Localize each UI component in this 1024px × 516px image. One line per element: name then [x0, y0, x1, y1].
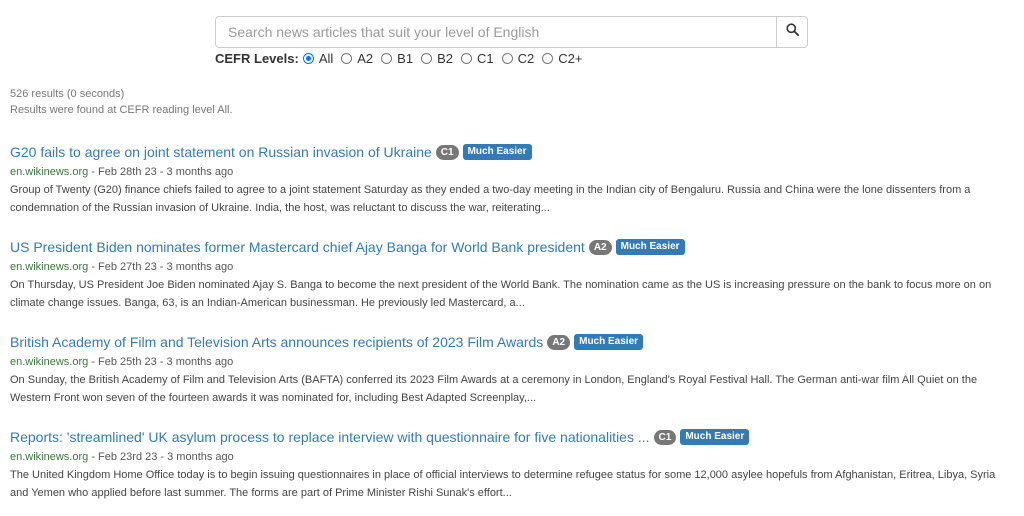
result-source-line: en.wikinews.org - Feb 25th 23 - 3 months… [10, 355, 1016, 369]
ease-badge: Much Easier [462, 144, 532, 160]
cefr-option-c2plus[interactable]: C2+ [542, 51, 582, 66]
result-date: - Feb 23rd 23 - 3 months ago [88, 451, 234, 463]
cefr-option-a2[interactable]: A2 [341, 51, 373, 66]
result-title-link[interactable]: British Academy of Film and Television A… [10, 334, 543, 350]
result-source: en.wikinews.org [10, 261, 89, 273]
result-snippet: On Thursday, US President Joe Biden nomi… [10, 279, 992, 309]
level-badge: C1 [653, 429, 677, 445]
result-source-line: en.wikinews.org - Feb 23rd 23 - 3 months… [10, 450, 1016, 464]
result-title-link[interactable]: US President Biden nominates former Mast… [10, 239, 585, 255]
results-level-note: Results were found at CEFR reading level… [10, 104, 233, 116]
result-source: en.wikinews.org [10, 451, 89, 463]
result-date: - Feb 25th 23 - 3 months ago [88, 356, 234, 368]
result-source-line: en.wikinews.org - Feb 27th 23 - 3 months… [10, 260, 1016, 274]
results-list: G20 fails to agree on joint statement on… [10, 142, 1016, 516]
cefr-option-label: C2+ [558, 50, 583, 66]
ease-badge: Much Easier [615, 239, 685, 255]
cefr-option-label: A2 [357, 50, 374, 66]
cefr-level-filter: CEFR Levels: All A2 B1 B2 C1 C2 C2+ [215, 49, 590, 67]
ease-badge: Much Easier [680, 429, 750, 445]
result-item: British Academy of Film and Television A… [10, 332, 1016, 427]
result-item: US President Biden nominates former Mast… [10, 237, 1016, 332]
result-snippet: The United Kingdom Home Office today is … [10, 469, 996, 499]
result-source: en.wikinews.org [10, 356, 89, 368]
radio-b1[interactable] [381, 52, 393, 64]
radio-a2[interactable] [341, 52, 353, 64]
cefr-option-c1[interactable]: C1 [460, 50, 494, 66]
search-input[interactable] [215, 16, 776, 48]
result-snippet: Group of Twenty (G20) finance chiefs fai… [10, 184, 971, 214]
cefr-option-label: C2 [517, 50, 535, 66]
result-title-line: Reports: 'streamlined' UK asylum process… [10, 427, 1016, 447]
cefr-option-label: B1 [397, 50, 414, 66]
results-meta: 526 results (0 seconds) Results were fou… [10, 86, 233, 118]
result-snippet: On Sunday, the British Academy of Film a… [10, 374, 978, 404]
search-bar [215, 16, 808, 48]
search-icon [785, 23, 799, 41]
cefr-option-all[interactable]: All [302, 50, 334, 66]
result-source: en.wikinews.org [10, 166, 89, 178]
cefr-label: CEFR Levels: [215, 50, 299, 66]
cefr-option-b2[interactable]: B2 [421, 51, 453, 66]
result-date: - Feb 28th 23 - 3 months ago [88, 166, 234, 178]
cefr-option-label: C1 [476, 50, 494, 66]
result-title-link[interactable]: Reports: 'streamlined' UK asylum process… [10, 429, 650, 445]
results-count: 526 results (0 seconds) [10, 88, 125, 100]
cefr-option-label: All [318, 50, 334, 66]
result-date: - Feb 27th 23 - 3 months ago [88, 261, 234, 273]
result-title-line: British Academy of Film and Television A… [10, 332, 1016, 352]
result-title-line: G20 fails to agree on joint statement on… [10, 142, 1016, 162]
radio-b2[interactable] [421, 52, 433, 64]
result-title-line: US President Biden nominates former Mast… [10, 237, 1016, 257]
level-badge: A2 [588, 239, 612, 255]
result-item: G20 fails to agree on joint statement on… [10, 142, 1016, 237]
search-button[interactable] [776, 16, 808, 48]
level-badge: C1 [435, 144, 459, 160]
radio-c2[interactable] [501, 52, 513, 64]
ease-badge: Much Easier [574, 334, 644, 350]
radio-all[interactable] [302, 52, 314, 64]
cefr-option-b1[interactable]: B1 [381, 51, 413, 66]
radio-c2plus[interactable] [542, 52, 554, 64]
cefr-option-label: B2 [437, 50, 453, 66]
level-badge: A2 [547, 334, 571, 350]
radio-c1[interactable] [460, 52, 472, 64]
result-title-link[interactable]: G20 fails to agree on joint statement on… [10, 144, 432, 160]
result-source-line: en.wikinews.org - Feb 28th 23 - 3 months… [10, 165, 1016, 179]
cefr-option-c2[interactable]: C2 [501, 50, 535, 66]
result-item: Reports: 'streamlined' UK asylum process… [10, 427, 1016, 516]
